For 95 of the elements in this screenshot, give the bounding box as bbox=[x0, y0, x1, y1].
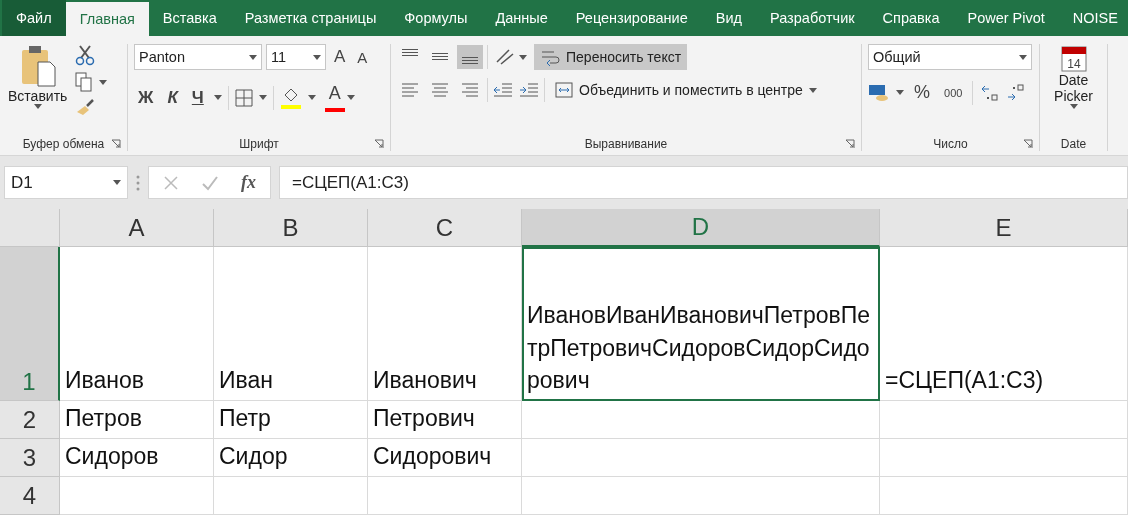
caret-icon bbox=[1069, 104, 1078, 109]
caret-icon bbox=[307, 95, 316, 100]
table-cell: Петров bbox=[60, 401, 214, 439]
table-cell: Иванович bbox=[368, 247, 522, 401]
table-cell: =СЦЕП(A1:C3) bbox=[880, 247, 1128, 401]
scissors-icon[interactable] bbox=[75, 44, 96, 66]
color-bar-icon bbox=[324, 108, 345, 112]
table-cell: Петр bbox=[214, 401, 368, 439]
group-title: Date bbox=[1059, 137, 1088, 151]
table-cell: Петрович bbox=[368, 401, 522, 439]
ribbon-tab[interactable]: Формулы bbox=[390, 0, 482, 36]
ribbon-tab[interactable]: Рецензирование bbox=[561, 0, 702, 36]
ribbon-tab[interactable]: Файл bbox=[2, 0, 66, 36]
insert-function-button[interactable]: fx bbox=[241, 172, 256, 193]
merge-center-button[interactable]: Объединить и поместить в центре bbox=[549, 78, 823, 102]
align-lines-icon bbox=[430, 82, 450, 98]
calendar-icon: 14 bbox=[1060, 44, 1087, 72]
caret-icon bbox=[258, 95, 267, 100]
caret-icon bbox=[1019, 54, 1027, 60]
copy-icon[interactable] bbox=[75, 72, 94, 92]
caret-icon bbox=[346, 95, 355, 100]
ribbon-tab[interactable]: Вид bbox=[701, 0, 756, 36]
font-size-field[interactable]: 11 bbox=[266, 44, 326, 70]
column-header[interactable]: D bbox=[522, 209, 880, 247]
wrap-text-icon bbox=[540, 48, 560, 66]
ribbon-tab[interactable]: Данные bbox=[481, 0, 562, 36]
percent-button[interactable]: % bbox=[910, 80, 934, 105]
wrap-text-button[interactable]: Переносить текст bbox=[534, 44, 688, 70]
ribbon-tab[interactable]: Разработчик bbox=[756, 0, 869, 36]
fill-bucket-icon[interactable] bbox=[279, 86, 302, 109]
formula-field[interactable]: =СЦЕП(A1:C3) bbox=[279, 166, 1128, 199]
row-header[interactable]: 2 bbox=[0, 401, 60, 439]
dialog-launcher-icon[interactable] bbox=[374, 139, 384, 149]
brush-icon[interactable] bbox=[75, 98, 96, 116]
column-header[interactable]: B bbox=[214, 209, 368, 247]
ribbon-tab[interactable]: Power Pivot bbox=[953, 0, 1059, 36]
dialog-launcher-icon[interactable] bbox=[1023, 139, 1033, 149]
dialog-launcher-icon[interactable] bbox=[111, 139, 121, 149]
align-lines-icon bbox=[462, 57, 478, 65]
caret-icon bbox=[33, 104, 42, 109]
caret-icon bbox=[99, 79, 108, 85]
ribbon-tab[interactable]: Справка bbox=[868, 0, 954, 36]
ribbon-tab[interactable]: Главная bbox=[65, 2, 149, 36]
currency-icon[interactable] bbox=[868, 82, 890, 103]
column-header[interactable]: C bbox=[368, 209, 522, 247]
align-lines-icon bbox=[400, 82, 420, 98]
row-header[interactable]: 3 bbox=[0, 439, 60, 477]
grow-font-button[interactable]: A bbox=[330, 45, 350, 69]
ribbon-tab[interactable]: Разметка страницы bbox=[230, 0, 391, 36]
underline-button[interactable]: Ч bbox=[187, 85, 208, 110]
font-color-button[interactable]: A bbox=[321, 80, 358, 115]
caret-icon bbox=[249, 54, 257, 60]
number-format-field[interactable]: Общий bbox=[868, 44, 1032, 70]
clipboard-icon bbox=[19, 44, 56, 88]
group-title: Выравнивание bbox=[397, 137, 855, 151]
font-name-field[interactable]: Panton bbox=[134, 44, 262, 70]
group-title: Шрифт bbox=[134, 137, 384, 151]
table-cell: ИвановИванИвановичПетровПетрПетровичСидоровСидорСидорович bbox=[522, 247, 880, 401]
date-picker-button[interactable]: 14 Date Picker bbox=[1046, 44, 1101, 137]
vertical-align-button[interactable] bbox=[457, 45, 483, 69]
align-lines-icon bbox=[402, 49, 418, 57]
check-icon[interactable] bbox=[201, 174, 219, 191]
table-cell: Сидор bbox=[214, 439, 368, 477]
align-lines-icon bbox=[432, 53, 448, 61]
shrink-font-button[interactable]: A bbox=[353, 46, 372, 68]
caret-icon bbox=[313, 54, 321, 60]
merge-cells-icon bbox=[555, 82, 573, 98]
caret-icon bbox=[113, 180, 121, 185]
table-cell: Сидоров bbox=[60, 439, 214, 477]
group-title: Число bbox=[868, 137, 1033, 151]
table-cell: Сидорович bbox=[368, 439, 522, 477]
caret-icon bbox=[896, 90, 904, 95]
ribbon-tab[interactable]: NOISE bbox=[1058, 0, 1128, 36]
row-header[interactable]: 1 bbox=[0, 247, 60, 401]
table-cell: Иван bbox=[214, 247, 368, 401]
align-lines-icon bbox=[460, 82, 480, 98]
decrease-decimal-icon[interactable] bbox=[1005, 83, 1026, 102]
column-header[interactable]: A bbox=[60, 209, 214, 247]
increase-decimal-icon[interactable] bbox=[979, 83, 1000, 102]
grip-icon bbox=[136, 174, 140, 191]
dialog-launcher-icon[interactable] bbox=[845, 139, 855, 149]
borders-icon[interactable] bbox=[234, 88, 253, 107]
group-title: Буфер обмена bbox=[6, 137, 121, 151]
italic-button[interactable]: К bbox=[163, 85, 182, 110]
thousands-button[interactable]: 000 bbox=[940, 84, 967, 101]
ribbon-tab[interactable]: Вставка bbox=[148, 0, 231, 36]
bold-button[interactable]: Ж bbox=[134, 85, 158, 110]
name-box[interactable]: D1 bbox=[4, 166, 128, 199]
row-header[interactable]: 4 bbox=[0, 477, 60, 515]
paste-button[interactable]: Вставить bbox=[6, 44, 70, 137]
caret-icon bbox=[808, 87, 817, 93]
table-cell: Иванов bbox=[60, 247, 214, 401]
caret-icon bbox=[519, 54, 527, 60]
caret-icon bbox=[213, 95, 222, 100]
column-header[interactable]: E bbox=[880, 209, 1128, 247]
